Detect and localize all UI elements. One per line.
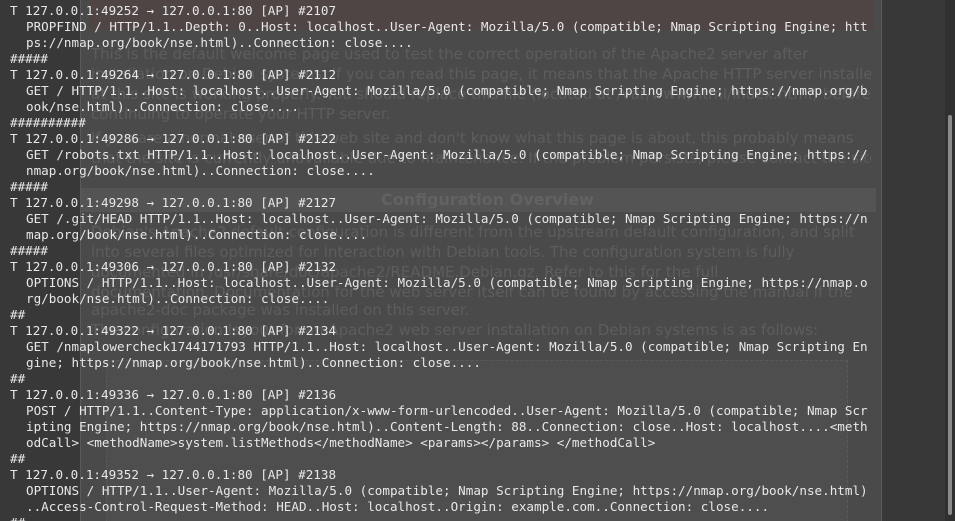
packet-header-line: T 127.0.0.1:49286 → 127.0.0.1:80 [AP] #2… — [10, 131, 337, 146]
terminal-scrollbar[interactable] — [945, 0, 955, 521]
payload-line: GET /nmaplowercheck1744171793 HTTP/1.1..… — [26, 339, 868, 354]
separator-line: ##### — [10, 243, 48, 258]
separator-line: ########## — [10, 115, 86, 130]
separator-line: ##### — [10, 179, 48, 194]
payload-line: ipting Engine; https://nmap.org/book/nse… — [26, 419, 868, 434]
payload-line: GET /robots.txt HTTP/1.1..Host: localhos… — [26, 147, 868, 162]
screen: This is the default welcome page used to… — [0, 0, 955, 521]
payload-line: ..Access-Control-Request-Method: HEAD..H… — [26, 499, 770, 514]
payload-line: GET /.git/HEAD HTTP/1.1..Host: localhost… — [26, 211, 868, 226]
terminal-output[interactable]: T 127.0.0.1:49252 → 127.0.0.1:80 [AP] #2… — [0, 0, 945, 521]
packet-header-line: T 127.0.0.1:49322 → 127.0.0.1:80 [AP] #2… — [10, 323, 337, 338]
payload-line: GET / HTTP/1.1..Host: localhost..User-Ag… — [26, 83, 868, 98]
separator-line: ##### — [10, 51, 48, 66]
scrollbar-thumb[interactable] — [948, 115, 952, 515]
payload-line: OPTIONS / HTTP/1.1..Host: localhost..Use… — [26, 275, 868, 290]
packet-header-line: T 127.0.0.1:49336 → 127.0.0.1:80 [AP] #2… — [10, 387, 337, 402]
payload-line: POST / HTTP/1.1..Content-Type: applicati… — [26, 403, 868, 418]
payload-line: odCall> <methodName>system.listMethods</… — [26, 435, 656, 450]
separator-line: ## — [10, 515, 945, 521]
packet-header-line: T 127.0.0.1:49252 → 127.0.0.1:80 [AP] #2… — [10, 3, 337, 18]
payload-line: rg/book/nse.html)..Connection: close.... — [26, 291, 330, 306]
packet-header-line: T 127.0.0.1:49306 → 127.0.0.1:80 [AP] #2… — [10, 259, 337, 274]
separator-line: ## — [10, 371, 26, 386]
payload-line: PROPFIND / HTTP/1.1..Depth: 0..Host: loc… — [26, 19, 868, 34]
packet-header-line: T 127.0.0.1:49264 → 127.0.0.1:80 [AP] #2… — [10, 67, 337, 82]
separator-line: ## — [10, 307, 26, 322]
packet-header-line: T 127.0.0.1:49298 → 127.0.0.1:80 [AP] #2… — [10, 195, 337, 210]
payload-line: nmap.org/book/nse.html)..Connection: clo… — [26, 163, 375, 178]
payload-line: ps://nmap.org/book/nse.html)..Connection… — [26, 35, 413, 50]
payload-line: ook/nse.html)..Connection: close.... — [26, 99, 299, 114]
payload-line: gine; https://nmap.org/book/nse.html)..C… — [26, 355, 481, 370]
packet-header-line: T 127.0.0.1:49352 → 127.0.0.1:80 [AP] #2… — [10, 467, 337, 482]
payload-line: OPTIONS / HTTP/1.1..User-Agent: Mozilla/… — [26, 483, 868, 498]
payload-line: map.org/book/nse.html)..Connection: clos… — [26, 227, 368, 242]
separator-line: ## — [10, 451, 26, 466]
